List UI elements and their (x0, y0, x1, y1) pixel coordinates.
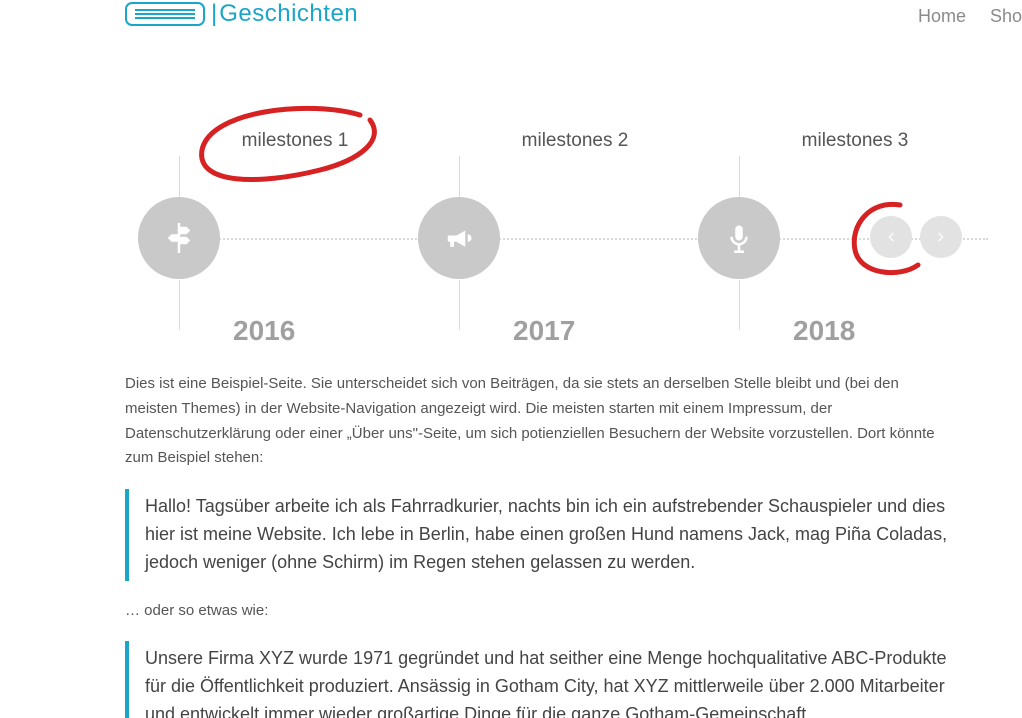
quote-1: Hallo! Tagsüber arbeite ich als Fahrradk… (125, 489, 955, 581)
milestone-icon-circle[interactable] (698, 197, 780, 279)
connector-line (179, 280, 180, 330)
microphone-icon (724, 223, 754, 253)
milestone-year: 2016 (233, 315, 295, 347)
primary-nav: Home Sho (918, 6, 1022, 27)
milestone-label: milestones 2 (465, 130, 685, 152)
connector-line (459, 280, 460, 330)
nav-shop[interactable]: Sho (990, 6, 1022, 27)
signpost-icon (164, 223, 194, 253)
milestone-label: milestones 3 (745, 130, 965, 152)
site-header: | Geschichten Home Sho (0, 0, 1022, 40)
timeline-prev-button[interactable] (870, 216, 912, 258)
timeline-axis (168, 238, 988, 240)
site-logo[interactable]: | Geschichten (125, 0, 358, 28)
milestone-year: 2017 (513, 315, 575, 347)
brand-name: Geschichten (219, 0, 358, 28)
page-content: Dies ist eine Beispiel-Seite. Sie unters… (125, 372, 955, 718)
intro-paragraph: Dies ist eine Beispiel-Seite. Sie unters… (125, 372, 955, 471)
milestone-3: milestones 3 2018 (685, 130, 965, 152)
milestone-icon-circle[interactable] (418, 197, 500, 279)
connector-line (739, 280, 740, 330)
milestone-icon-circle[interactable] (138, 197, 220, 279)
chevron-right-icon (934, 230, 948, 244)
logo-icon (125, 2, 205, 26)
milestones-timeline: milestones 1 2016 milestones 2 2017 mile… (125, 130, 995, 340)
milestone-1: milestones 1 2016 (125, 130, 405, 152)
milestone-2: milestones 2 2017 (405, 130, 685, 152)
mid-paragraph: … oder so etwas wie: (125, 599, 955, 624)
bullhorn-icon (444, 223, 474, 253)
milestone-year: 2018 (793, 315, 855, 347)
nav-home[interactable]: Home (918, 6, 966, 27)
milestone-label: milestones 1 (185, 130, 405, 152)
quote-2: Unsere Firma XYZ wurde 1971 gegründet un… (125, 641, 955, 718)
chevron-left-icon (884, 230, 898, 244)
timeline-next-button[interactable] (920, 216, 962, 258)
